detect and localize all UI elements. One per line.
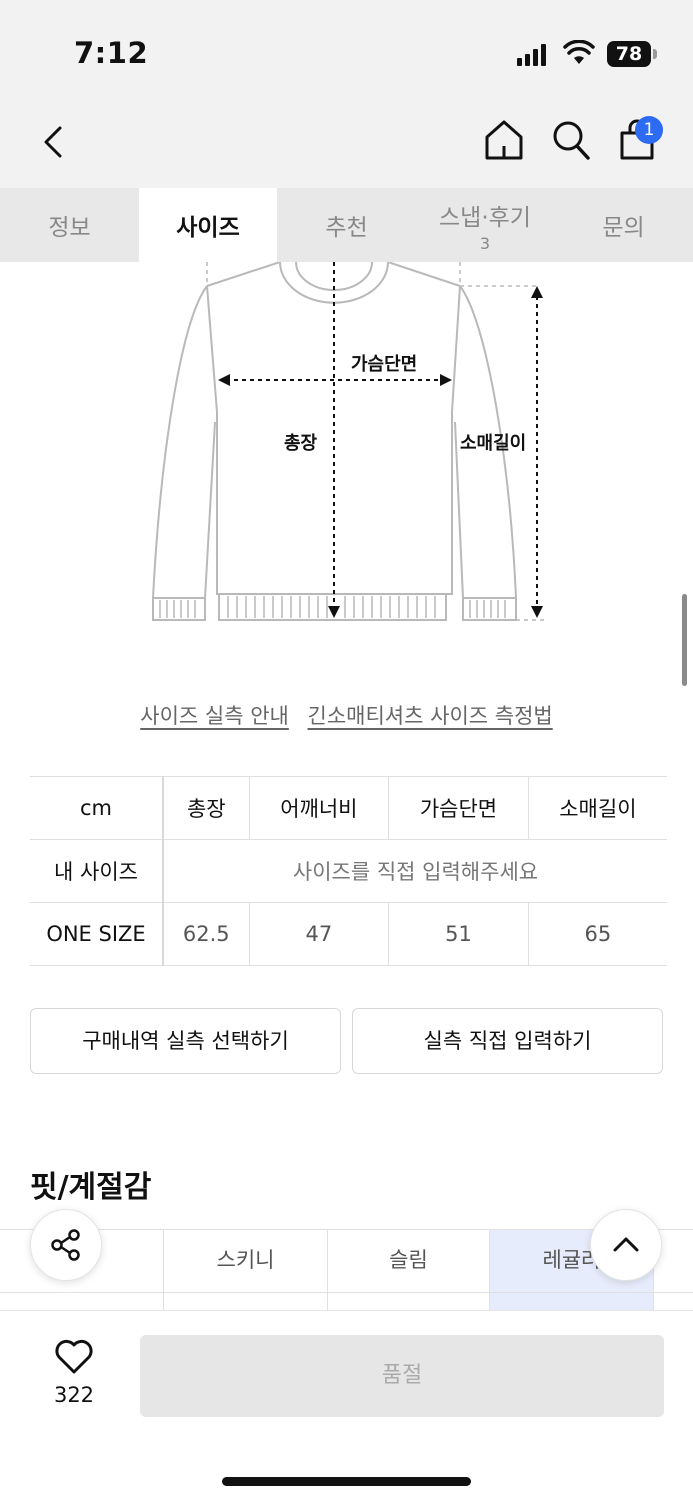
size-name: ONE SIZE	[30, 902, 164, 966]
tab-inquiry[interactable]: 문의	[554, 188, 693, 262]
my-size-label: 내 사이즈	[30, 839, 164, 903]
fit-option-skinny[interactable]: 스키니	[163, 1230, 327, 1292]
tab-review-count: 3	[479, 233, 491, 253]
table-unit: cm	[30, 776, 164, 840]
size-guide-link[interactable]: 사이즈 실측 안내	[140, 704, 289, 728]
product-tabs: 정보 사이즈 추천 스냅·후기 3 문의	[0, 188, 693, 262]
like-button[interactable]: 322	[40, 1339, 108, 1407]
home-indicator	[222, 1477, 471, 1486]
chevron-up-icon	[613, 1237, 639, 1252]
tab-info[interactable]: 정보	[0, 188, 139, 262]
column-header: 총장	[162, 776, 250, 840]
column-header: 가슴단면	[388, 776, 529, 840]
cart-count-badge: 1	[635, 116, 663, 144]
status-time: 7:12	[74, 36, 149, 70]
cellular-signal-icon	[517, 44, 546, 66]
tab-label: 문의	[602, 215, 645, 241]
tab-label: 스냅·후기	[439, 204, 531, 231]
tab-label: 추천	[325, 215, 368, 241]
tab-reviews[interactable]: 스냅·후기 3	[416, 188, 554, 262]
table-cell: 65	[527, 902, 667, 966]
size-guide-links: 사이즈 실측 안내 긴소매티셔츠 사이즈 측정법	[0, 700, 693, 730]
scroll-to-top-button[interactable]	[590, 1209, 662, 1281]
share-button[interactable]	[30, 1209, 102, 1281]
fit-options-row: 스키니 슬림 레귤러	[0, 1229, 693, 1293]
purchase-history-measure-button[interactable]: 구매내역 실측 선택하기	[30, 1008, 341, 1074]
tab-size[interactable]: 사이즈	[139, 188, 277, 262]
column-header: 소매길이	[527, 776, 667, 840]
column-header: 어깨너비	[248, 776, 389, 840]
chest-width-label: 가슴단면	[351, 354, 418, 375]
wifi-icon	[563, 40, 595, 64]
table-row-my-size: 내 사이즈 사이즈를 직접 입력해주세요	[30, 839, 667, 903]
table-cell: 51	[388, 902, 529, 966]
tab-recommend[interactable]: 추천	[277, 188, 416, 262]
share-icon	[51, 1229, 80, 1261]
fit-section-title: 핏/계절감	[30, 1170, 152, 1205]
status-bar: 7:12 78	[0, 0, 693, 100]
battery-icon: 78	[607, 41, 651, 67]
bottom-purchase-bar: 322 품절	[0, 1310, 693, 1500]
navigation-bar: 1	[0, 100, 693, 188]
tab-label: 사이즈	[176, 215, 240, 241]
search-icon[interactable]	[550, 118, 592, 162]
sleeve-length-label: 소매길이	[460, 433, 527, 454]
scrollbar[interactable]	[682, 594, 687, 686]
direct-measure-input-button[interactable]: 실측 직접 입력하기	[352, 1008, 663, 1074]
heart-icon	[55, 1339, 93, 1374]
size-table: cm 총장 어깨너비 가슴단면 소매길이 내 사이즈 사이즈를 직접 입력해주세…	[30, 776, 667, 966]
table-cell: 47	[248, 902, 389, 966]
table-row: ONE SIZE 62.5 47 51 65	[30, 902, 667, 966]
battery-cap	[653, 49, 657, 59]
table-cell: 62.5	[162, 902, 250, 966]
sold-out-button[interactable]: 품절	[140, 1335, 664, 1417]
tab-label: 정보	[48, 215, 91, 241]
my-size-input[interactable]: 사이즈를 직접 입력해주세요	[162, 839, 667, 903]
fit-option-slim[interactable]: 슬림	[327, 1230, 489, 1292]
size-measurement-diagram: 가슴단면 총장 소매길이	[0, 261, 693, 642]
home-icon[interactable]	[483, 118, 525, 162]
total-length-label: 총장	[284, 433, 318, 454]
back-arrow-icon[interactable]	[38, 120, 72, 164]
measure-method-link[interactable]: 긴소매티셔츠 사이즈 측정법	[308, 704, 553, 728]
table-header-row: cm 총장 어깨너비 가슴단면 소매길이	[30, 776, 667, 840]
like-count: 322	[53, 1383, 95, 1407]
sweatshirt-outline-icon	[151, 261, 546, 621]
